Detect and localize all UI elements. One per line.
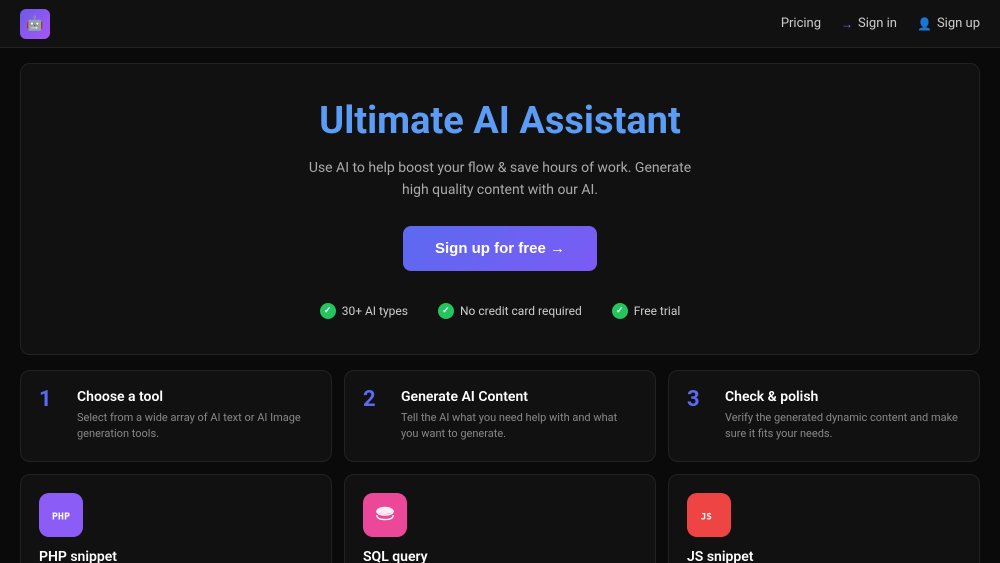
pricing-link[interactable]: Pricing: [781, 16, 821, 31]
badge-free-trial: ✓ Free trial: [612, 303, 681, 319]
check-icon-1: ✓: [320, 303, 336, 319]
hero-title: Ultimate AI Assistant: [41, 99, 959, 143]
php-svg: PHP: [50, 504, 72, 526]
js-svg: JS: [698, 504, 720, 526]
step-number-2: 2: [363, 389, 387, 411]
step-title-2: Generate AI Content: [401, 389, 637, 405]
step-desc-3: Verify the generated dynamic content and…: [725, 410, 961, 443]
steps-section: 1 Choose a tool Select from a wide array…: [20, 370, 980, 462]
js-icon: JS: [687, 493, 731, 537]
step-desc-1: Select from a wide array of AI text or A…: [77, 410, 313, 443]
badge-no-cc: ✓ No credit card required: [438, 303, 582, 319]
hero-badges: ✓ 30+ AI types ✓ No credit card required…: [41, 303, 959, 319]
check-icon-3: ✓: [612, 303, 628, 319]
sign-up-icon: 👤: [917, 17, 932, 31]
sign-in-button[interactable]: → Sign in: [841, 16, 897, 31]
step-content-1: Choose a tool Select from a wide array o…: [77, 389, 313, 443]
sign-in-label: Sign in: [858, 16, 897, 31]
step-title-3: Check & polish: [725, 389, 961, 405]
tool-card-php[interactable]: PHP PHP snippet Generate PHP code snippe…: [20, 474, 332, 563]
sign-in-icon: →: [841, 17, 853, 31]
php-icon: PHP: [39, 493, 83, 537]
tool-card-js[interactable]: JS JS snippet Generate quick & helpful J…: [668, 474, 980, 563]
badge-ai-types: ✓ 30+ AI types: [320, 303, 408, 319]
tool-card-sql[interactable]: SQL query Generate helpful SQL queries w…: [344, 474, 656, 563]
badge-free-trial-label: Free trial: [634, 304, 681, 318]
tool-title-php: PHP snippet: [39, 549, 313, 563]
step-card-2: 2 Generate AI Content Tell the AI what y…: [344, 370, 656, 462]
svg-text:PHP: PHP: [52, 511, 70, 522]
step-card-1: 1 Choose a tool Select from a wide array…: [20, 370, 332, 462]
step-number-1: 1: [39, 389, 63, 411]
badge-ai-types-label: 30+ AI types: [342, 304, 408, 318]
step-content-3: Check & polish Verify the generated dyna…: [725, 389, 961, 443]
navbar: 🤖 Pricing → Sign in 👤 Sign up: [0, 0, 1000, 48]
hero-subtitle: Use AI to help boost your flow & save ho…: [300, 157, 700, 202]
main-content: Ultimate AI Assistant Use AI to help boo…: [0, 48, 1000, 563]
logo: 🤖: [20, 9, 50, 39]
sign-up-label: Sign up: [937, 16, 980, 31]
tool-title-sql: SQL query: [363, 549, 637, 563]
step-card-3: 3 Check & polish Verify the generated dy…: [668, 370, 980, 462]
logo-icon: 🤖: [20, 9, 50, 39]
check-icon-2: ✓: [438, 303, 454, 319]
step-content-2: Generate AI Content Tell the AI what you…: [401, 389, 637, 443]
tool-title-js: JS snippet: [687, 549, 961, 563]
badge-no-cc-label: No credit card required: [460, 304, 582, 318]
hero-section: Ultimate AI Assistant Use AI to help boo…: [20, 63, 980, 355]
navbar-right: Pricing → Sign in 👤 Sign up: [781, 16, 980, 31]
step-desc-2: Tell the AI what you need help with and …: [401, 410, 637, 443]
sql-icon: [363, 493, 407, 537]
tools-section: PHP PHP snippet Generate PHP code snippe…: [20, 474, 980, 563]
svg-text:JS: JS: [701, 511, 712, 522]
sql-svg: [374, 504, 396, 526]
sign-up-button[interactable]: 👤 Sign up: [917, 16, 980, 31]
hero-cta-button[interactable]: Sign up for free →: [403, 226, 597, 271]
step-title-1: Choose a tool: [77, 389, 313, 405]
step-number-3: 3: [687, 389, 711, 411]
